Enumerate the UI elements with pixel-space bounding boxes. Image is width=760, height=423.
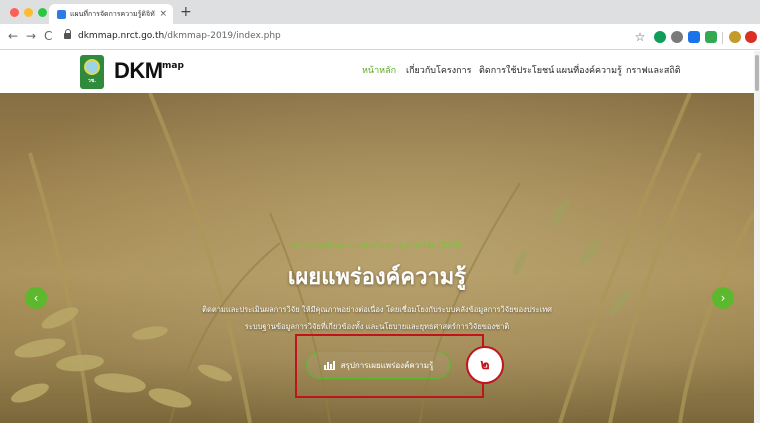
hero-description-line-1: ติดตามและประเมินผลการวิจัย ให้มีคุณภาพอย…: [202, 305, 552, 314]
browser-tab-bar: แผนที่การจัดการความรู้ดิจิทัล::DKM × +: [0, 0, 760, 24]
page-scrollbar[interactable]: [754, 51, 760, 423]
lock-icon[interactable]: [64, 29, 72, 41]
close-window-button[interactable]: [10, 8, 19, 17]
minimize-window-button[interactable]: [24, 8, 33, 17]
nav-knowledge-map[interactable]: แผนที่องค์ความรู้: [556, 63, 622, 77]
hero-subtitle: ระบบประเมินผลและจัดการความรู้การวิจัย (D…: [291, 241, 463, 250]
site-logo-text[interactable]: DKM: [114, 59, 163, 83]
logo-emblem: [84, 59, 100, 75]
tab-title: แผนที่การจัดการความรู้ดิจิทัล::DKM: [70, 9, 155, 18]
extension-icon[interactable]: [705, 31, 717, 43]
hero-title: เผยแพร่องค์ความรู้: [287, 265, 467, 290]
nrct-logo-icon[interactable]: วช.: [80, 55, 104, 89]
favicon-icon: [57, 9, 66, 19]
toolbar-divider: [722, 32, 723, 44]
bookmark-star-icon[interactable]: ☆: [634, 31, 646, 43]
nav-stats[interactable]: กราฟและสถิติ: [626, 63, 681, 77]
url-host: dkmmap.nrct.go.th: [78, 31, 165, 41]
bar-chart-icon: [323, 360, 335, 370]
tab-close-icon[interactable]: ×: [159, 9, 167, 19]
knowledge-summary-label: สรุปการเผยแพร่องค์ความรู้: [340, 360, 434, 370]
site-logo-sup: map: [162, 61, 184, 71]
scrollbar-thumb[interactable]: [755, 55, 759, 91]
hero-slider: ระบบประเมินผลและจัดการความรู้การวิจัย (D…: [0, 93, 754, 423]
new-tab-button[interactable]: +: [180, 4, 192, 20]
nav-usage[interactable]: ติดการใช้ประโยชน์: [479, 63, 554, 77]
extension-icon[interactable]: [671, 31, 683, 43]
nav-home[interactable]: หน้าหลัก: [362, 63, 396, 77]
browser-tab-active[interactable]: แผนที่การจัดการความรู้ดิจิทัล::DKM ×: [49, 4, 173, 24]
forward-button[interactable]: →: [26, 29, 36, 43]
extension-icon[interactable]: [729, 31, 741, 43]
logo-badge-text: วช.: [87, 78, 97, 84]
maximize-window-button[interactable]: [38, 8, 47, 17]
reload-button[interactable]: C: [44, 29, 52, 43]
slider-next-button[interactable]: ›: [712, 287, 734, 309]
extension-icon[interactable]: [654, 31, 666, 43]
hero-description-line-2: ระบบฐานข้อมูลการวิจัยที่เกี่ยวข้องทั้ง แ…: [244, 322, 510, 331]
url-field[interactable]: dkmmap.nrct.go.th/dkmmap-2019/index.php: [78, 31, 281, 41]
extension-icon[interactable]: [745, 31, 757, 43]
site-header: วช. DKM map หน้าหลัก เกี่ยวกับโครงการ ติ…: [0, 51, 760, 93]
knowledge-summary-button[interactable]: สรุปการเผยแพร่องค์ความรู้: [306, 351, 451, 379]
nav-about[interactable]: เกี่ยวกับโครงการ: [406, 63, 471, 77]
browser-toolbar: ← → C dkmmap.nrct.go.th/dkmmap-2019/inde…: [0, 24, 760, 50]
back-button[interactable]: ←: [8, 29, 18, 43]
slider-prev-button[interactable]: ‹: [25, 287, 47, 309]
url-path: /dkmmap-2019/index.php: [164, 31, 281, 41]
step-number-badge: ๒: [466, 346, 504, 384]
extension-icon[interactable]: [688, 31, 700, 43]
